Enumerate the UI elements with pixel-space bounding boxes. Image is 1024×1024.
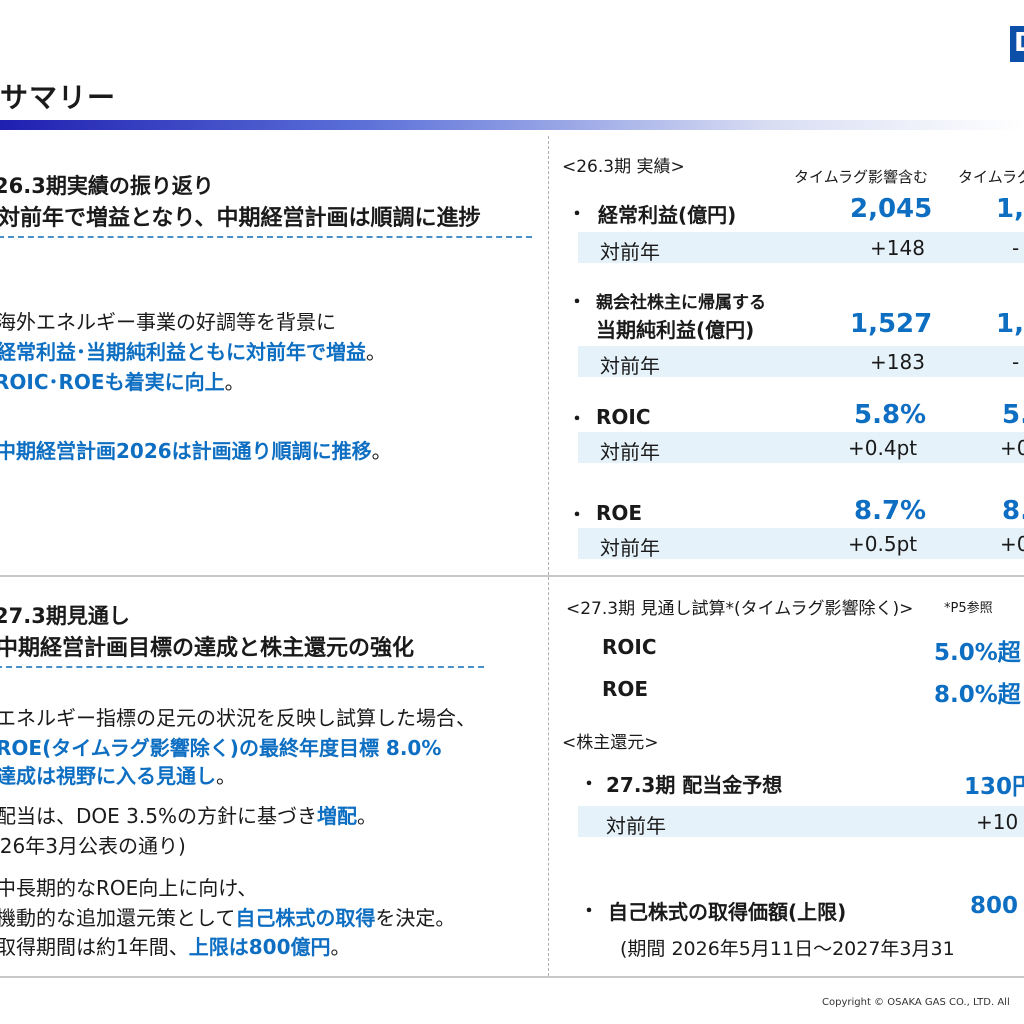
outlook-line6: 中長期的なROE向上に向け、 bbox=[0, 876, 258, 900]
roic-yoy-excl: +0 bbox=[1000, 436, 1024, 460]
ordinary-profit-yoy-excl: - bbox=[1012, 236, 1020, 260]
net-income-yoy: +183 bbox=[870, 350, 925, 374]
results-line2: 経常利益･当期純利益ともに対前年で増益。 bbox=[0, 340, 386, 364]
outlook-line4: 配当は、DOE 3.5%の方針に基づき増配。 bbox=[0, 804, 377, 828]
outlook-line5: (26年3月公表の通り) bbox=[0, 834, 186, 858]
net-income-yoy-excl: - bbox=[1012, 350, 1020, 374]
roe-value-excl: 8. bbox=[1002, 496, 1024, 526]
yoy-label: 対前年 bbox=[600, 440, 660, 464]
outlook-line7: 機動的な追加還元策として自己株式の取得を決定。 bbox=[0, 906, 456, 930]
outlook-heading: 27.3期見通し bbox=[0, 604, 130, 628]
roic-label: ROIC bbox=[596, 405, 651, 429]
roic-yoy: +0.4pt bbox=[848, 436, 918, 460]
bullet: ・ bbox=[580, 901, 598, 922]
outlook-line1: エネルギー指標の足元の状況を反映し試算した場合、 bbox=[0, 706, 476, 730]
col-header-incl-timelag: タイムラグ影響含む bbox=[794, 168, 928, 186]
outlook-line8: 取得期間は約1年間、上限は800億円。 bbox=[0, 935, 351, 959]
outlook-section-label: <27.3期 見通し試算*(タイムラグ影響除く)> bbox=[566, 599, 914, 619]
roic-value: 5.8% bbox=[854, 400, 927, 430]
outlook-roe-value: 8.0%超 bbox=[934, 682, 1021, 708]
roe-value: 8.7% bbox=[854, 496, 927, 526]
outlook-line2: ROE(タイムラグ影響除く)の最終年度目標 8.0% bbox=[0, 736, 442, 760]
ordinary-profit-yoy: +148 bbox=[870, 236, 925, 260]
bullet: ・ bbox=[580, 774, 598, 795]
results-section-label: <26.3期 実績> bbox=[562, 157, 685, 177]
roe-yoy-excl: +0 bbox=[1000, 532, 1024, 556]
results-line1: 海外エネルギー事業の好調等を背景に bbox=[0, 310, 336, 334]
net-income-value-excl: 1, bbox=[996, 309, 1024, 339]
outlook-line3: 達成は視野に入る見通し。 bbox=[0, 764, 236, 788]
col-header-excl-timelag: タイムラグ bbox=[958, 168, 1024, 186]
shareholder-return-label: <株主還元> bbox=[562, 733, 659, 753]
copyright: Copyright © OSAKA GAS CO., LTD. All bbox=[822, 997, 1010, 1008]
outlook-roic-label: ROIC bbox=[602, 635, 657, 659]
outlook-roe-label: ROE bbox=[602, 677, 649, 701]
yoy-label: 対前年 bbox=[600, 240, 660, 264]
net-income-label-line1: 親会社株主に帰属する bbox=[596, 293, 766, 313]
buyback-period: (期間 2026年5月11日～2027年3月31 bbox=[620, 938, 955, 960]
results-line4: 中期経営計画2026は計画通り順調に推移。 bbox=[0, 439, 392, 463]
dividend-value: 130円 bbox=[964, 774, 1024, 800]
outlook-note: *P5参照 bbox=[944, 601, 993, 616]
results-subheading: 対前年で増益となり、中期経営計画は順調に進捗 bbox=[0, 200, 532, 238]
outlook-roic-value: 5.0%超 bbox=[934, 640, 1021, 666]
results-heading: 26.3期実績の振り返り bbox=[0, 174, 214, 198]
yoy-label: 対前年 bbox=[606, 814, 666, 838]
title-underline-bar bbox=[0, 120, 1024, 130]
bottom-divider bbox=[0, 976, 1024, 978]
yoy-label: 対前年 bbox=[600, 354, 660, 378]
ordinary-profit-label: 経常利益(億円) bbox=[598, 203, 737, 227]
dividend-label: 27.3期 配当金予想 bbox=[606, 773, 783, 797]
buyback-value: 800 bbox=[970, 893, 1019, 919]
dividend-yoy: +10 bbox=[976, 810, 1019, 834]
bullet: ・ bbox=[568, 409, 586, 430]
ordinary-profit-value: 2,045 bbox=[850, 194, 933, 224]
roic-value-excl: 5. bbox=[1002, 400, 1024, 430]
bullet: ・ bbox=[568, 505, 586, 526]
vertical-divider bbox=[548, 136, 549, 976]
buyback-label: 自己株式の取得価額(上限) bbox=[608, 900, 847, 924]
section-divider bbox=[0, 575, 1024, 577]
net-income-value: 1,527 bbox=[850, 309, 933, 339]
page-title: サマリー bbox=[0, 81, 117, 114]
bullet: ・ bbox=[568, 204, 586, 225]
results-line3: ROIC･ROEも着実に向上。 bbox=[0, 370, 245, 394]
net-income-label: 当期純利益(億円) bbox=[596, 318, 755, 342]
roe-label: ROE bbox=[596, 501, 643, 525]
bullet: ・ bbox=[568, 292, 586, 313]
company-logo: D bbox=[1010, 26, 1024, 62]
roe-yoy: +0.5pt bbox=[848, 532, 918, 556]
ordinary-profit-value-excl: 1, bbox=[996, 194, 1024, 224]
yoy-label: 対前年 bbox=[600, 536, 660, 560]
outlook-subheading: 中期経営計画目標の達成と株主還元の強化 bbox=[0, 630, 484, 668]
